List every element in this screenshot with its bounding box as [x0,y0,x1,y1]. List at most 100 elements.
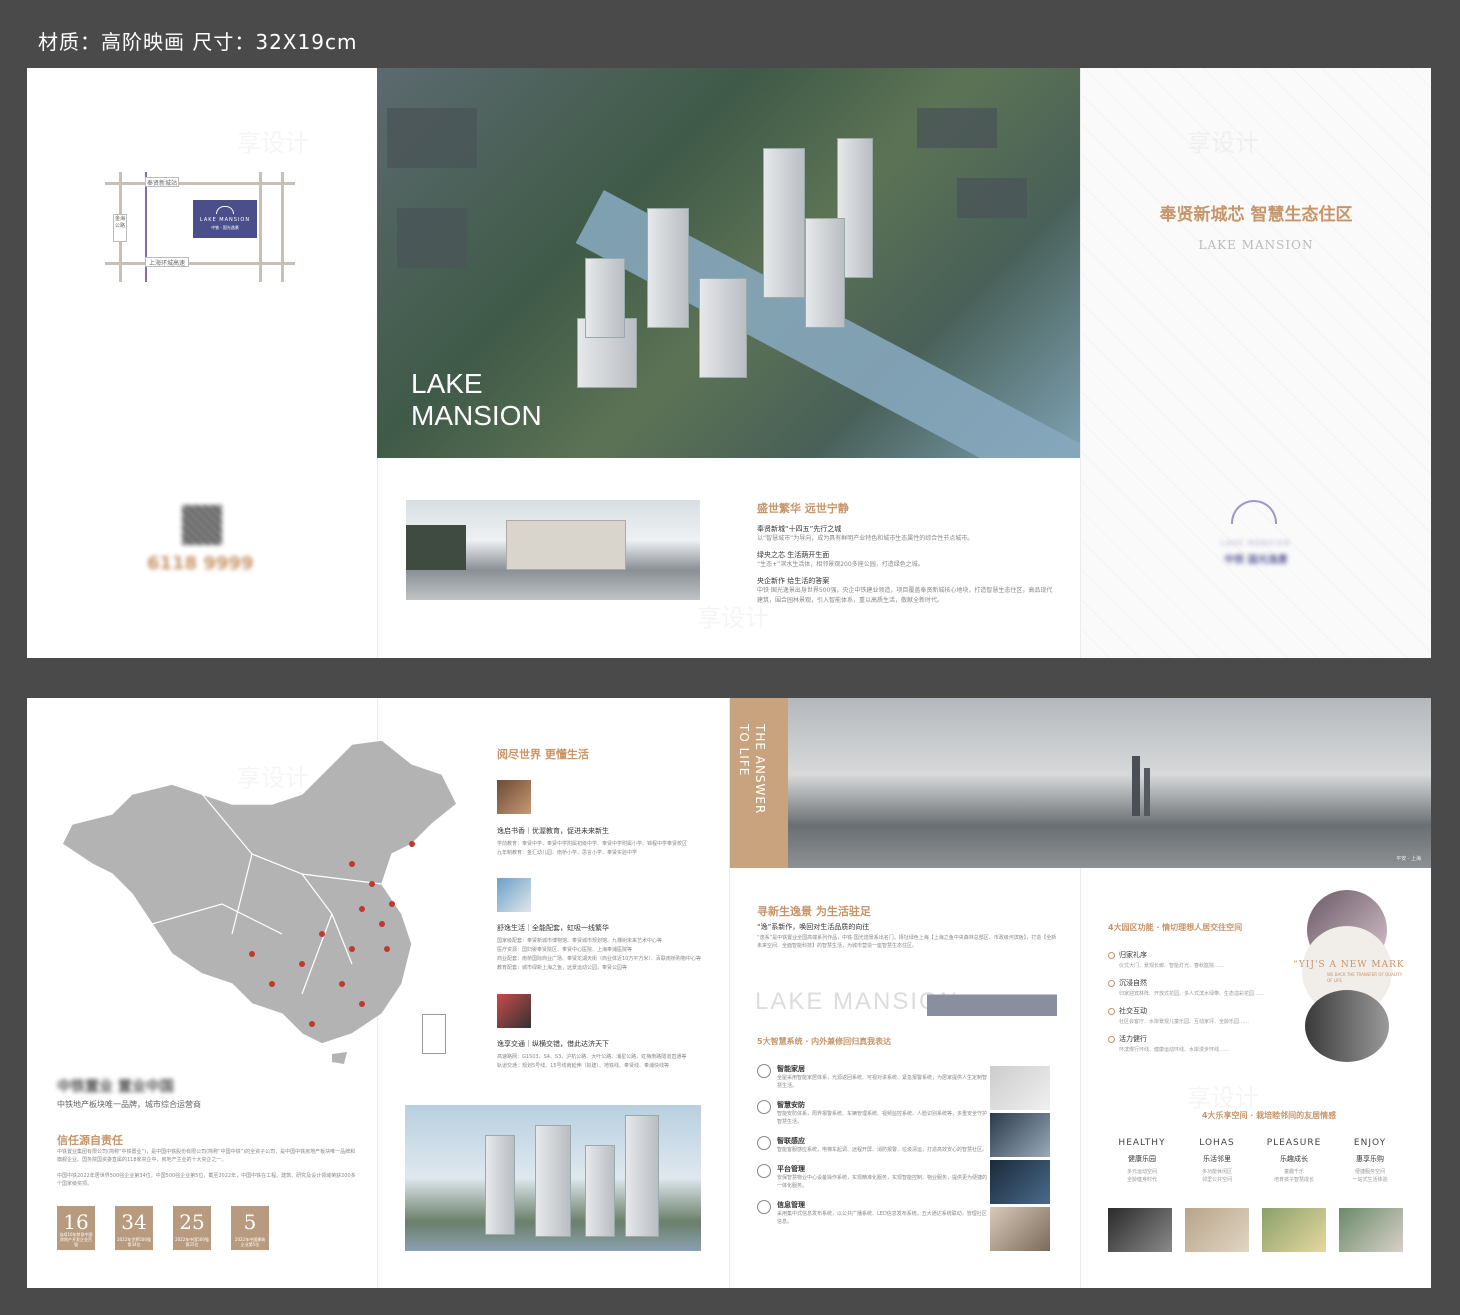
zones-title: 4大园区功能 · 情切理想人居交往空间 [1108,923,1243,932]
stats-row: 16 连续16年跻身中国房地产开发企业百强 34 2022年世界500强第34位 2… [57,1206,269,1250]
watermark: 享设计 [237,758,309,793]
enjoy-column: ENJOY 惠享乐购 便捷服务空间 一站式生活体验 [1335,1138,1405,1184]
smart-photo [990,1113,1050,1157]
china-sub: 中铁地产板块唯一品牌，城市综合运营商 [57,1100,201,1109]
enjoy-sub: 多功能休闲区 邻里公共空间 [1201,1169,1232,1183]
smart-item-title: 信息管理 [777,1201,805,1209]
life-title: 阅尽世界 更懂生活 [497,748,589,761]
enjoy-column: HEALTHY 健康乐园 多元运动空间 全龄健身时代 [1107,1138,1177,1184]
enjoy-en: PLEASURE [1266,1138,1322,1148]
map-label: 上海环城高速 [145,257,189,267]
smart-item-desc: 全屋采用智能家居体系，光源返回系统、可视对讲系统、紧急报警系统，为居家提供人生定… [777,1075,988,1089]
enjoy-en: HEALTHY [1118,1138,1166,1148]
enjoy-photo [1185,1208,1249,1252]
life-block-line: 学前教育：奉贤中学、奉贤中学附属初级中学、奉贤中学附属小学、锦程中学奉贤校区 [497,841,688,847]
intro-section: 盛世繁华 远世宁静 奉贤新城“十四五”先行之城 以“智慧城市”为导向，成为具有鲜… [757,500,1057,606]
entrance-photo [406,500,700,600]
smart-list: 智能家居全屋采用智能家居体系，光源返回系统、可视对讲系统、紧急报警系统，为居家提… [757,1064,987,1226]
trust-text: 中国中铁2022年居世界500强企业第34位，中国500强企业第5位，截至202… [57,1173,356,1187]
zone-bullet-icon [1108,1007,1115,1015]
newlife-quote: “逸”系新作，唤回对生活品质的向往 [757,923,870,931]
answer-vertical-text: THE ANSWER TO LIFE [737,724,767,815]
south-sea-inset [422,1014,446,1054]
zone-title: 社交互动 [1119,1007,1147,1015]
badge-cn: 中铁 · 国光逸景 [211,225,239,230]
project-badge: LAKE MANSION 中铁 · 国光逸景 [193,200,257,238]
photo-caption: 平安 · 上海 [1396,856,1421,862]
smart-photo [990,1207,1050,1251]
cover-headline-en: LAKE MANSION [1198,238,1314,252]
badge-en: LAKE MANSION [199,217,251,223]
brand-title: LAKE MANSION [411,368,542,431]
stat-value: 34 [121,1210,147,1234]
circle-photo [1305,990,1389,1062]
enjoy-sub: 多元运动空间 全龄健身时代 [1126,1169,1157,1183]
smart-item: 信息管理采用集中式信息发布系统，以公共广播系统、LED信息发布系统，五大通达系统… [757,1200,987,1226]
intro-item-desc: “生态+”滨水生活体，相邻景观200多座公园，打造绿色之城。 [757,561,924,568]
map-label: 金海公路 [113,214,127,242]
building-render [405,1105,701,1251]
stat-badge: 25 2022年中国500强第25位 [173,1206,211,1250]
smart-item: 智能家居全屋采用智能家居体系，光源返回系统、可视对讲系统、紧急报警系统，为居家提… [757,1064,987,1090]
enjoy-sub: 便捷服务空间 一站式生活体验 [1352,1169,1388,1183]
smart-item-desc: 智能客服感应系统，电梯车起调、远程开屏、消防报警、垃圾清运，打造高效安心的智慧社… [777,1147,988,1153]
cover-logo-en: LAKE MANSION [1221,540,1291,547]
zone-desc: 仪式大门、景观长廊、智能灯光、春秋庭院…… [1119,963,1225,969]
life-block-line: 轨道交通：规划5号线、15号线南延伸（拟建）、地铁线、奉贤线、奉浦快线等 [497,1063,670,1069]
home-icon [757,1064,771,1078]
life-block-line: 教育配套：城市绿新上海之鱼，远景运动公园，奉贤公园等 [497,965,628,971]
skyline-photo: 平安 · 上海 [788,698,1431,868]
zone-bullet-icon [1108,1035,1115,1043]
smart-item-title: 平台管理 [777,1165,805,1173]
stat-label: 2022年世界500强第34位 [117,1237,151,1247]
shield-icon [757,1100,771,1114]
stat-label: 连续16年跻身中国房地产开发企业百强 [59,1232,93,1247]
life-block-title: 逸启书香｜优渥教育，促进未来新生 [497,827,609,835]
mall-photo [497,878,531,912]
enjoy-column: LOHAS 乐活邻里 多功能休闲区 邻里公共空间 [1182,1138,1252,1184]
skyline-silhouette [927,980,1057,1016]
qr-code [182,505,222,545]
zone-desc: 社区会客厅、水岸景观儿童乐园、互动家坪、全龄乐园…… [1119,1019,1250,1025]
aerial-render: LAKE MANSION [377,68,1080,458]
smart-item: 智慧安防 智能安防体系，周界报警系统、车辆管理系统、视频监控系统、人脸识别系统等，… [757,1100,987,1126]
life-block-title: 舒逸生活｜全能配套，虹吸一线繁华 [497,924,609,932]
enjoy-photo [1339,1208,1403,1252]
newlife-title: 寻新生逸景 为生活驻足 [757,905,871,918]
life-block-line: 商业配套：南桥国际商业广场、奉贤龙湖天街（商业体近10万平方米）、百联南桥购物中… [497,956,701,962]
zone-desc: 归家迎宾林阵、开放式花园、多人式滨水绿带、生态溢彩花园…… [1119,991,1265,997]
hotline: 6118 9999 [147,553,254,574]
intro-item-title: 绿央之芯 生活荫开生面 [757,551,830,559]
smart-item-title: 智能家居 [777,1065,805,1073]
zone-desc: 环滨慢行环线、健康运动环线、水岸漫步环线…… [1119,1047,1230,1053]
zone-title: 沉浸自然 [1119,979,1147,987]
stat-badge: 5 2022年中国建筑企业第5位 [231,1206,269,1250]
life-block-line: 高速路网：G1503、S4、S3、沪杭公路、大叶公路、浦星公路、虹梅南路隧道直通… [497,1054,687,1060]
intro-item-desc: 以“智慧城市”为导向，成为具有鲜明产业特色和城市生态属性的综合性节点城市。 [757,535,974,542]
intro-item-desc: 中铁·国光逸景出身世界500强，央企中铁建业领造，项目覆盖奉贤新城核心地块，打造… [757,587,1053,604]
newlife-desc: “逸系”是中铁置业全国高端系列作品，中铁·国光逸景系出名门，择址绿色上海【上海之… [757,935,1057,949]
enjoy-cn: 乐活邻里 [1203,1155,1231,1163]
smart-photo [990,1160,1050,1204]
stat-label: 2022年中国500强第25位 [175,1237,209,1247]
brochure-outer-spread: 奉贤新城站 上海环城高速 金海公路 LAKE MANSION 中铁 · 国光逸景… [27,68,1431,658]
life-block-line: 国家级配套：奉贤新城市博物馆、奉贤城市规划馆、九棵树未来艺术中心等 [497,938,663,944]
cover-logo-cn: 中铁 国光逸景 [1224,555,1288,566]
zone-bullet-icon [1108,979,1115,987]
stat-value: 25 [179,1210,205,1234]
life-block: 舒逸生活｜全能配套，虹吸一线繁华 国家级配套：奉贤新城市博物馆、奉贤城市规划馆、… [497,923,717,973]
brochure-inner-spread: 中铁置业 置业中国 中铁地产板块唯一品牌，城市综合运营商 信任源自责任 中铁置业… [27,698,1431,1288]
enjoy-photo [1262,1208,1326,1252]
intro-item: 奉贤新城“十四五”先行之城 以“智慧城市”为导向，成为具有鲜明产业特色和城市生态… [757,524,1057,544]
life-block: 逸启书香｜优渥教育，促进未来新生 学前教育：奉贤中学、奉贤中学附属初级中学、奉贤… [497,826,717,858]
watermark: 享设计 [1187,123,1259,158]
smart-item: 智联感应 智能客服感应系统，电梯车起调、远程开屏、消防报警、垃圾清运，打造高效安心… [757,1136,987,1154]
china-tagline: 中铁置业 置业中国 [57,1079,174,1095]
enjoy-cn: 惠享乐购 [1356,1155,1384,1163]
enjoy-column: PLEASURE 乐趣成长 童趣千乐 培育孩子智慧成长 [1259,1138,1329,1184]
smart-item-desc: 采用集中式信息发布系统，以公共广播系统、LED信息发布系统，五大通达系统联动，管… [777,1211,987,1225]
life-block: 逸享交通｜纵横交错，借此达济天下 高速路网：G1503、S4、S3、沪杭公路、大… [497,1039,717,1071]
stat-value: 5 [243,1210,257,1234]
enjoy-sub: 童趣千乐 培育孩子智慧成长 [1273,1169,1314,1183]
cover-headline: 奉贤新城芯 智慧生态住区 [1159,205,1353,225]
